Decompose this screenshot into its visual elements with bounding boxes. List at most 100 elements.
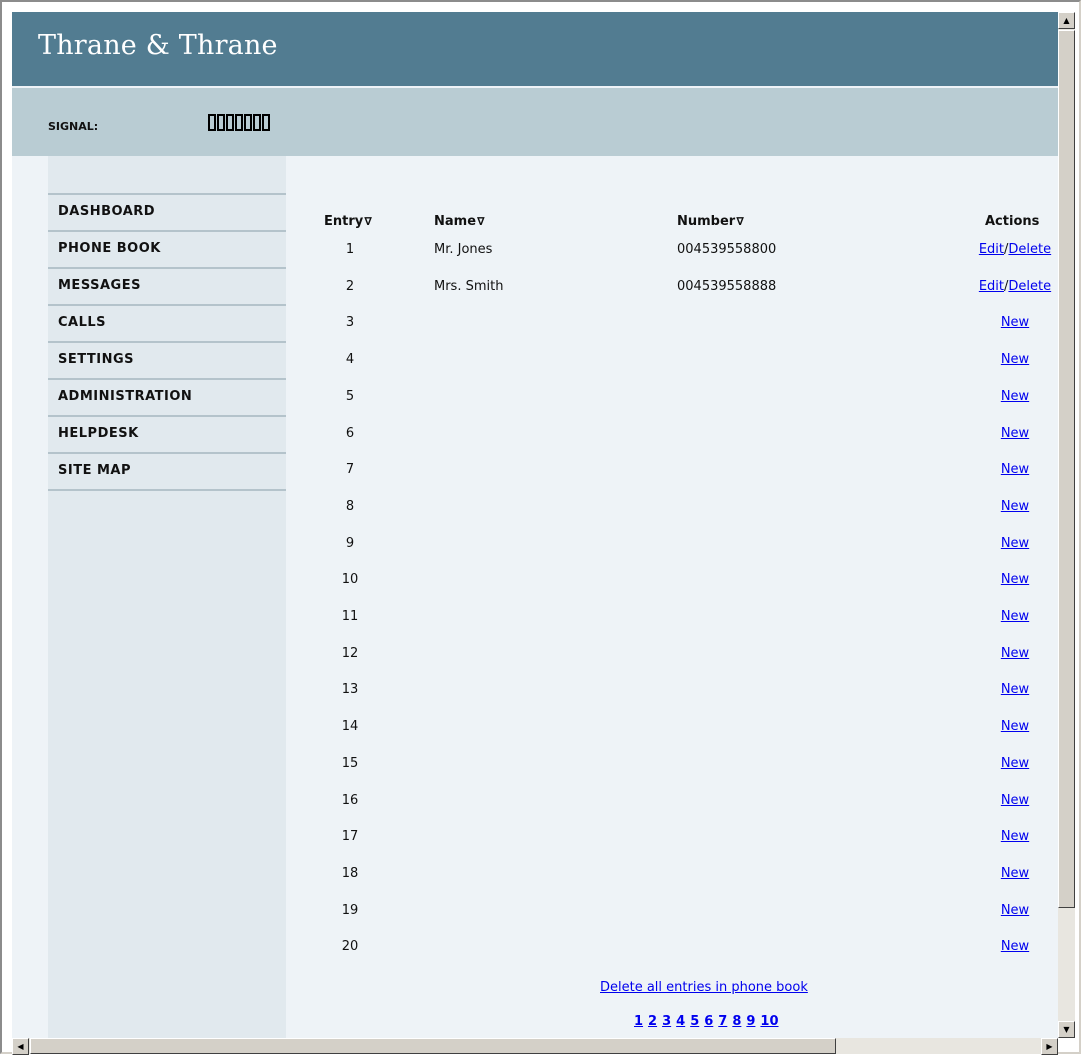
table-row: 1 Mr. Jones 004539558800 Edit/Delete: [286, 242, 1058, 278]
sidebar-item-helpdesk[interactable]: HELPDESK: [48, 417, 286, 454]
entry-cell: 10: [341, 572, 359, 588]
sidebar-item-phone-book[interactable]: PHONE BOOK: [48, 232, 286, 269]
sidebar-item-dashboard[interactable]: DASHBOARD: [48, 195, 286, 232]
vertical-scrollbar[interactable]: ▲ ▼: [1058, 12, 1075, 1038]
new-entry-link[interactable]: New: [1001, 572, 1029, 587]
entry-column-header[interactable]: Entry∇: [324, 214, 372, 229]
table-row: 18 New: [286, 866, 1058, 902]
actions-cell: New: [972, 756, 1058, 771]
new-entry-link[interactable]: New: [1001, 793, 1029, 808]
new-entry-link[interactable]: New: [1001, 719, 1029, 734]
actions-cell: New: [972, 389, 1058, 404]
signal-bar-segment: [226, 114, 234, 131]
signal-meter: [208, 114, 270, 131]
signal-bar: SIGNAL:: [12, 88, 1058, 156]
new-entry-link[interactable]: New: [1001, 389, 1029, 404]
page-viewport: Thrane & Thrane SIGNAL: DASHBOARD PHONE …: [12, 12, 1058, 1038]
scroll-left-icon[interactable]: ◀: [12, 1038, 29, 1055]
edit-link[interactable]: Edit: [979, 279, 1004, 294]
new-entry-link[interactable]: New: [1001, 756, 1029, 771]
signal-bar-segment: [244, 114, 252, 131]
page-link[interactable]: 4: [676, 1014, 685, 1029]
new-entry-link[interactable]: New: [1001, 462, 1029, 477]
actions-cell: New: [972, 536, 1058, 551]
table-row: 13 New: [286, 682, 1058, 718]
entry-cell: 4: [345, 352, 355, 368]
delete-all-link[interactable]: Delete all entries in phone book: [600, 980, 808, 995]
header-banner: Thrane & Thrane: [12, 12, 1058, 86]
sidebar-item-messages[interactable]: MESSAGES: [48, 269, 286, 306]
table-row: 5 New: [286, 389, 1058, 425]
table-row: 11 New: [286, 609, 1058, 645]
page-link[interactable]: 3: [662, 1014, 671, 1029]
table-row: 19 New: [286, 903, 1058, 939]
number-cell: 004539558888: [677, 278, 777, 294]
name-column-header[interactable]: Name∇: [434, 214, 485, 229]
new-entry-link[interactable]: New: [1001, 903, 1029, 918]
page-link[interactable]: 5: [690, 1014, 699, 1029]
scroll-up-icon[interactable]: ▲: [1058, 12, 1075, 29]
page-link[interactable]: 8: [732, 1014, 741, 1029]
page-link[interactable]: 6: [704, 1014, 713, 1029]
table-row: 9 New: [286, 536, 1058, 572]
entry-cell: 13: [341, 682, 359, 698]
actions-cell: New: [972, 682, 1058, 697]
entry-cell: 7: [345, 462, 355, 478]
actions-cell: Edit/Delete: [972, 242, 1058, 257]
scroll-right-icon[interactable]: ▶: [1041, 1038, 1058, 1055]
signal-label: SIGNAL:: [48, 120, 99, 133]
entry-cell: 17: [341, 829, 359, 845]
new-entry-link[interactable]: New: [1001, 536, 1029, 551]
table-row: 17 New: [286, 829, 1058, 865]
scroll-down-icon[interactable]: ▼: [1058, 1021, 1075, 1038]
horizontal-scroll-thumb[interactable]: [30, 1038, 836, 1054]
new-entry-link[interactable]: New: [1001, 646, 1029, 661]
actions-cell: New: [972, 719, 1058, 734]
number-column-header[interactable]: Number∇: [677, 214, 744, 229]
new-entry-link[interactable]: New: [1001, 426, 1029, 441]
entry-cell: 20: [341, 939, 359, 955]
actions-cell: New: [972, 903, 1058, 918]
name-cell: Mrs. Smith: [434, 278, 504, 294]
sidebar-item-calls[interactable]: CALLS: [48, 306, 286, 343]
delete-link[interactable]: Delete: [1008, 279, 1051, 294]
actions-cell: New: [972, 352, 1058, 367]
delete-link[interactable]: Delete: [1008, 242, 1051, 257]
new-entry-link[interactable]: New: [1001, 939, 1029, 954]
new-entry-link[interactable]: New: [1001, 609, 1029, 624]
new-entry-link[interactable]: New: [1001, 499, 1029, 514]
table-row: 20 New: [286, 939, 1058, 975]
entry-cell: 6: [345, 425, 355, 441]
sort-arrow-icon: ∇: [477, 215, 485, 228]
new-entry-link[interactable]: New: [1001, 682, 1029, 697]
page-link[interactable]: 1: [634, 1014, 643, 1029]
entry-cell: 18: [341, 865, 359, 881]
new-entry-link[interactable]: New: [1001, 352, 1029, 367]
name-cell: Mr. Jones: [434, 242, 493, 257]
actions-cell: New: [972, 866, 1058, 881]
pagination: 1 2 3 4 5 6 7 8 9 10: [634, 1014, 779, 1029]
page-link[interactable]: 2: [648, 1014, 657, 1029]
sidebar-item-settings[interactable]: SETTINGS: [48, 343, 286, 380]
page-link[interactable]: 7: [718, 1014, 727, 1029]
entry-cell: 16: [341, 792, 359, 808]
sidebar-item-site-map[interactable]: SITE MAP: [48, 454, 286, 491]
entry-cell: 14: [341, 719, 359, 735]
table-row: 8 New: [286, 499, 1058, 535]
signal-bar-segment: [217, 114, 225, 131]
new-entry-link[interactable]: New: [1001, 315, 1029, 330]
phone-book-panel: Entry∇ Name∇ Number∇ Actions 1 Mr. Jones 0…: [286, 156, 1058, 1038]
horizontal-scrollbar[interactable]: ◀ ▶: [12, 1038, 1058, 1055]
brand-logo: Thrane & Thrane: [38, 30, 278, 61]
new-entry-link[interactable]: New: [1001, 829, 1029, 844]
entry-cell: 15: [341, 755, 359, 771]
sidebar-item-administration[interactable]: ADMINISTRATION: [48, 380, 286, 417]
vertical-scroll-thumb[interactable]: [1058, 30, 1075, 908]
edit-link[interactable]: Edit: [979, 242, 1004, 257]
actions-cell: New: [972, 315, 1058, 330]
entry-cell: 3: [345, 315, 355, 331]
page-link[interactable]: 9: [746, 1014, 755, 1029]
page-link[interactable]: 10: [760, 1014, 778, 1029]
signal-bar-segment: [262, 114, 270, 131]
new-entry-link[interactable]: New: [1001, 866, 1029, 881]
